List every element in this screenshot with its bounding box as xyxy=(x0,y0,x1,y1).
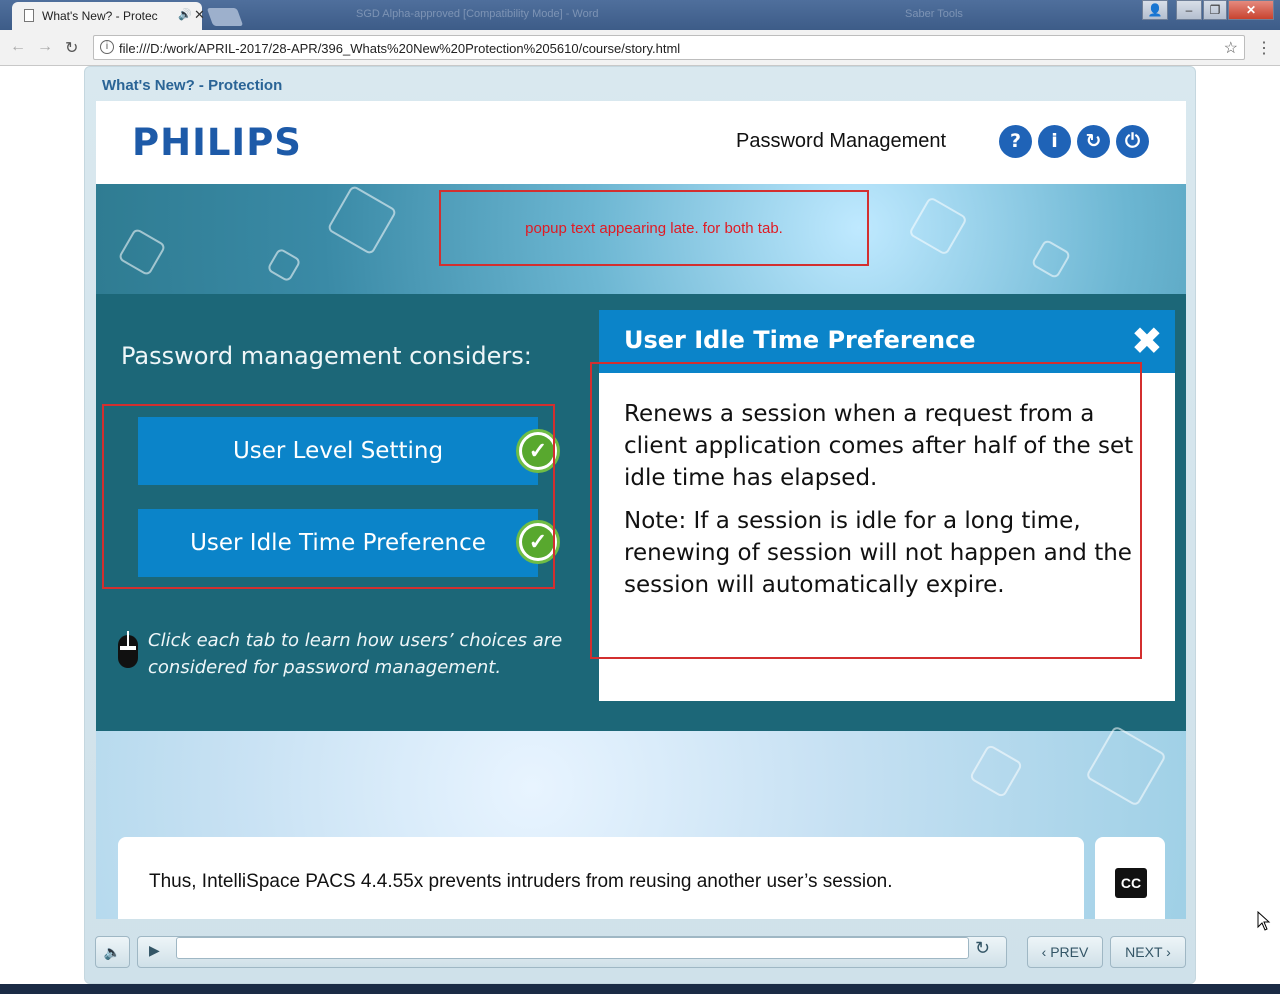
course-title: What's New? - Protection xyxy=(102,77,283,94)
url-text: file:///D:/work/APRIL-2017/28-APR/396_Wh… xyxy=(119,41,681,56)
info-icon[interactable]: i xyxy=(100,40,114,54)
back-icon[interactable]: ← xyxy=(10,38,26,56)
background-window-title: SGD Alpha-approved [Compatibility Mode] … xyxy=(356,8,599,20)
browser-menu-icon[interactable]: ⋮ xyxy=(1256,38,1272,58)
speaker-icon: 🔈 xyxy=(103,944,122,960)
replay-icon: ↻ xyxy=(1085,130,1102,152)
molecule-decoration xyxy=(968,743,1024,799)
popup-title: User Idle Time Preference xyxy=(624,326,976,354)
molecule-decoration xyxy=(117,227,167,277)
molecule-decoration xyxy=(907,195,969,257)
info-icon: i xyxy=(1051,130,1058,152)
molecule-decoration xyxy=(1085,725,1167,807)
power-button[interactable]: ⏻ xyxy=(1116,125,1149,158)
minimize-button[interactable]: – xyxy=(1176,0,1202,20)
review-highlight-box xyxy=(590,362,1142,659)
document-icon xyxy=(24,9,34,22)
instruction-text: Click each tab to learn how users’ choic… xyxy=(148,630,563,678)
next-label: NEXT xyxy=(1125,944,1163,960)
help-icon: ? xyxy=(1009,130,1022,152)
prev-label: PREV xyxy=(1050,944,1089,960)
slide-header: PHILIPS Password Management ? i ↻ ⏻ xyxy=(96,101,1186,184)
restore-button[interactable]: ❐ xyxy=(1203,0,1227,20)
power-icon: ⏻ xyxy=(1124,130,1141,152)
tab-close-icon[interactable]: ✕ xyxy=(194,7,205,23)
replay-icon[interactable]: ↻ xyxy=(975,938,990,959)
browser-titlebar: What's New? - Protec 🔊 ✕ SGD Alpha-appro… xyxy=(0,0,1280,30)
review-highlight-box xyxy=(102,404,555,589)
cc-container: CC xyxy=(1095,837,1165,919)
help-button[interactable]: ? xyxy=(999,125,1032,158)
play-icon[interactable]: ▶ xyxy=(149,942,160,959)
philips-logo: PHILIPS xyxy=(132,121,302,164)
close-window-button[interactable]: ✕ xyxy=(1228,0,1274,20)
prev-button[interactable]: ‹ PREV xyxy=(1027,936,1103,968)
caption-box: Thus, IntelliSpace PACS 4.4.55x prevents… xyxy=(118,837,1084,919)
mouse-cursor-icon xyxy=(1257,911,1271,931)
cc-button[interactable]: CC xyxy=(1115,868,1147,898)
close-icon[interactable]: ✖ xyxy=(1131,322,1163,360)
info-button[interactable]: i xyxy=(1038,125,1071,158)
molecule-decoration xyxy=(326,184,398,256)
os-taskbar xyxy=(0,984,1280,994)
address-bar[interactable]: i file:///D:/work/APRIL-2017/28-APR/396_… xyxy=(93,35,1245,60)
mouse-icon xyxy=(118,631,138,668)
seek-bar[interactable] xyxy=(176,937,969,959)
reload-icon[interactable]: ↻ xyxy=(65,38,78,58)
content-panel: Password management considers: User Leve… xyxy=(96,294,1186,731)
next-button[interactable]: NEXT › xyxy=(1110,936,1186,968)
considers-heading: Password management considers: xyxy=(121,342,532,370)
review-note: popup text appearing late. for both tab. xyxy=(439,190,869,266)
hero-banner: popup text appearing late. for both tab. xyxy=(96,184,1186,294)
background-window-label: Saber Tools xyxy=(905,8,963,20)
speaker-icon[interactable]: 🔊 xyxy=(178,8,192,21)
course-player: What's New? - Protection PHILIPS Passwor… xyxy=(84,66,1196,984)
tab-title: What's New? - Protec xyxy=(42,9,158,23)
user-icon[interactable]: 👤 xyxy=(1142,0,1168,20)
slide: PHILIPS Password Management ? i ↻ ⏻ popu… xyxy=(96,101,1186,919)
replay-button[interactable]: ↻ xyxy=(1077,125,1110,158)
volume-button[interactable]: 🔈 xyxy=(95,936,130,968)
info-popup: User Idle Time Preference ✖ Renews a ses… xyxy=(590,310,1175,701)
forward-icon[interactable]: → xyxy=(37,38,53,56)
browser-tab[interactable]: What's New? - Protec 🔊 ✕ xyxy=(12,2,205,30)
caption-text: Thus, IntelliSpace PACS 4.4.55x prevents… xyxy=(149,871,893,892)
new-tab-button[interactable] xyxy=(206,8,244,26)
bookmark-star-icon[interactable]: ☆ xyxy=(1224,38,1238,58)
molecule-decoration xyxy=(266,247,302,283)
caption-area: Thus, IntelliSpace PACS 4.4.55x prevents… xyxy=(96,725,1186,919)
molecule-decoration xyxy=(1030,238,1072,280)
browser-toolbar: ← → ↻ i file:///D:/work/APRIL-2017/28-AP… xyxy=(0,30,1280,66)
section-title: Password Management xyxy=(736,130,947,152)
